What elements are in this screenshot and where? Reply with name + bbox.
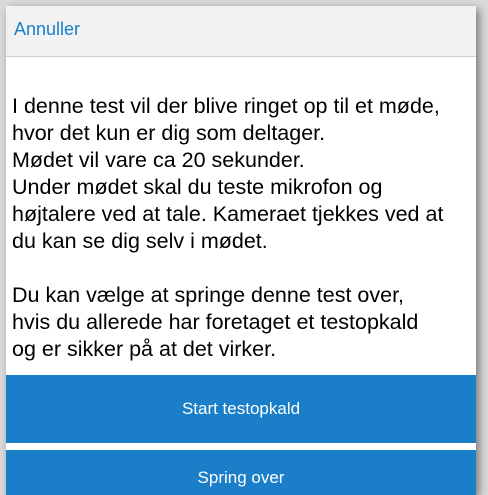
skip-button[interactable]: Spring over — [6, 450, 476, 495]
start-test-call-button[interactable]: Start testopkald — [6, 375, 476, 443]
button-divider — [6, 443, 476, 450]
instructions-paragraph-2: Du kan vælge at springe denne test over,… — [12, 283, 419, 361]
cancel-link[interactable]: Annuller — [14, 19, 80, 40]
test-call-dialog: Annuller I denne test vil der blive ring… — [6, 6, 476, 495]
instructions-paragraph-1: I denne test vil der blive ringet op til… — [12, 94, 444, 253]
instructions-text: I denne test vil der blive ringet op til… — [12, 93, 474, 363]
dialog-content: I denne test vil der blive ringet op til… — [6, 57, 476, 375]
dialog-header: Annuller — [6, 6, 476, 57]
